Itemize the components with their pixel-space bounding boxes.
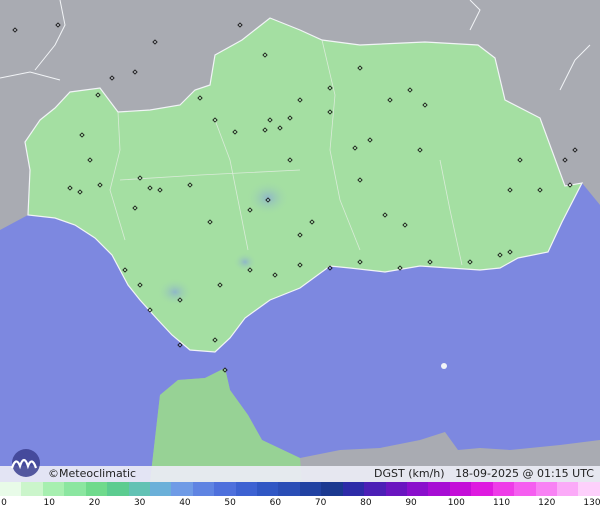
scale-ticks: 0 10 20 30 40 50 60 70 80 90 100 110 120 130 [0,498,600,514]
gust-hotspot-malaga [233,252,257,272]
scale-tick-label: 30 [133,498,146,508]
color-swatch [149,482,172,496]
scale-tick-label: 100 [447,498,465,508]
product-timestamp: DGST (km/h) 18-09-2025 @ 01:15 UTC [374,467,594,480]
color-swatch [128,482,150,496]
scale-tick-label: 10 [43,498,55,508]
color-swatch [192,482,215,496]
color-swatch [171,482,193,496]
color-swatch [556,482,579,496]
color-swatch [257,482,279,496]
color-swatch [214,482,236,496]
color-swatch [342,482,365,496]
gust-hotspot-sevilla [157,278,193,306]
scale-tick-label: 80 [360,498,372,508]
color-swatch [578,482,600,496]
island-marker [441,363,447,369]
color-swatch [42,482,65,496]
scale-tick-label: 20 [88,498,101,508]
info-footer: ©Meteoclimatic DGST (km/h) 18-09-2025 @ … [0,466,600,482]
color-swatch [514,482,536,496]
color-swatch [321,482,343,496]
scale-tick-label: 120 [538,498,556,508]
color-swatch [278,482,300,496]
color-swatch [364,482,386,496]
scale-tick-label: 0 [1,498,7,508]
color-swatch [85,482,108,496]
color-swatch [428,482,450,496]
scale-tick-label: 70 [314,498,327,508]
color-bar [0,482,600,496]
color-swatch [0,482,22,496]
color-swatch [535,482,557,496]
color-swatch [107,482,129,496]
color-swatch [299,482,322,496]
scale-tick-label: 130 [583,498,600,508]
timestamp-label: 18-09-2025 @ 01:15 UTC [455,467,594,480]
scale-tick-label: 40 [179,498,191,508]
brand-label: ©Meteoclimatic [48,467,137,480]
scale-tick-label: 50 [224,498,236,508]
color-swatch [235,482,258,496]
color-swatch [21,482,43,496]
color-swatch [64,482,86,496]
scale-tick-label: 110 [492,498,511,508]
color-swatch [407,482,429,496]
color-swatch [449,482,472,496]
product-label: DGST (km/h) [374,467,445,480]
scale-tick-label: 60 [269,498,282,508]
color-scale: 0 10 20 30 40 50 60 70 80 90 100 110 120 130 [0,482,600,517]
color-swatch [385,482,408,496]
color-swatch [471,482,493,496]
scale-tick-label: 90 [405,498,417,508]
meteoclimatic-logo-icon [10,449,40,477]
wind-gust-map [0,0,600,482]
color-swatch [492,482,515,496]
